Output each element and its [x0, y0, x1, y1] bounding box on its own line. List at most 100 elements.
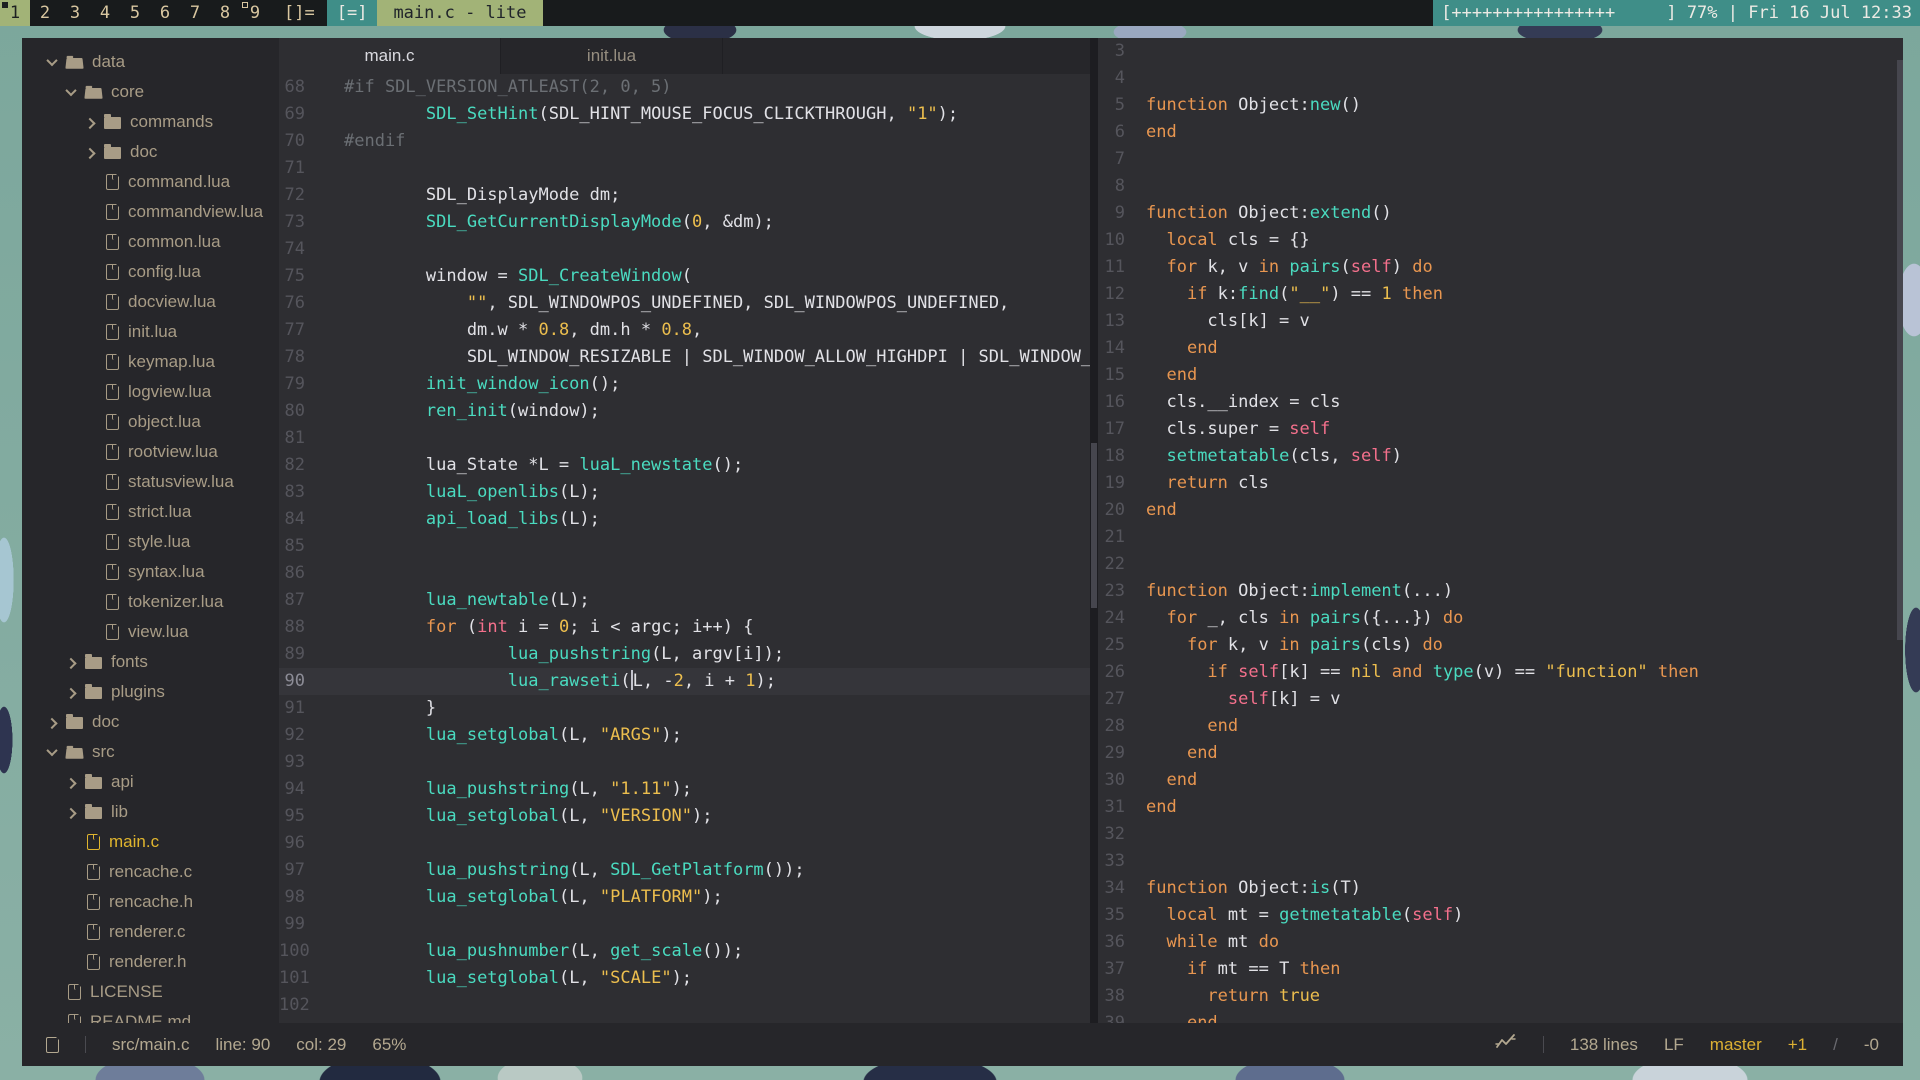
workspace-tag-5[interactable]: 5: [120, 0, 150, 26]
code-line-69[interactable]: 69 SDL_SetHint(SDL_HINT_MOUSE_FOCUS_CLIC…: [279, 101, 1090, 128]
code-line-76[interactable]: 76 "", SDL_WINDOWPOS_UNDEFINED, SDL_WIND…: [279, 290, 1090, 317]
tree-file-tokenizer-lua[interactable]: tokenizer.lua: [22, 587, 279, 617]
code-line-70[interactable]: 70#endif: [279, 128, 1090, 155]
code-line-98[interactable]: 98 lua_setglobal(L, "PLATFORM");: [279, 884, 1090, 911]
code-line-6[interactable]: 6end: [1098, 119, 1903, 146]
code-line-33[interactable]: 33: [1098, 848, 1903, 875]
code-line-77[interactable]: 77 dm.w * 0.8, dm.h * 0.8,: [279, 317, 1090, 344]
tree-file-rencache-h[interactable]: rencache.h: [22, 887, 279, 917]
tree-folder-commands[interactable]: commands: [22, 107, 279, 137]
tab-init-lua[interactable]: init.lua: [501, 38, 723, 74]
workspace-tag-3[interactable]: 3: [60, 0, 90, 26]
code-line-81[interactable]: 81: [279, 425, 1090, 452]
code-line-35[interactable]: 35 local mt = getmetatable(self): [1098, 902, 1903, 929]
workspace-tag-1[interactable]: 1: [0, 0, 30, 26]
workspace-tag-4[interactable]: 4: [90, 0, 120, 26]
layout-symbol-alt[interactable]: [=]: [327, 0, 378, 26]
code-line-79[interactable]: 79 init_window_icon();: [279, 371, 1090, 398]
tree-file-strict-lua[interactable]: strict.lua: [22, 497, 279, 527]
code-line-27[interactable]: 27 self[k] = v: [1098, 686, 1903, 713]
code-line-93[interactable]: 93: [279, 749, 1090, 776]
tree-folder-api[interactable]: api: [22, 767, 279, 797]
code-line-24[interactable]: 24 for _, cls in pairs({...}) do: [1098, 605, 1903, 632]
tree-folder-doc[interactable]: doc: [22, 707, 279, 737]
code-line-74[interactable]: 74: [279, 236, 1090, 263]
code-line-32[interactable]: 32: [1098, 821, 1903, 848]
code-line-28[interactable]: 28 end: [1098, 713, 1903, 740]
code-line-86[interactable]: 86: [279, 560, 1090, 587]
tree-file-view-lua[interactable]: view.lua: [22, 617, 279, 647]
tree-file-common-lua[interactable]: common.lua: [22, 227, 279, 257]
code-line-16[interactable]: 16 cls.__index = cls: [1098, 389, 1903, 416]
workspace-tag-2[interactable]: 2: [30, 0, 60, 26]
tree-file-readme-md[interactable]: README.md: [22, 1007, 279, 1023]
code-line-83[interactable]: 83 luaL_openlibs(L);: [279, 479, 1090, 506]
code-line-75[interactable]: 75 window = SDL_CreateWindow(: [279, 263, 1090, 290]
tree-file-command-lua[interactable]: command.lua: [22, 167, 279, 197]
code-line-22[interactable]: 22: [1098, 551, 1903, 578]
code-line-38[interactable]: 38 return true: [1098, 983, 1903, 1010]
code-line-26[interactable]: 26 if self[k] == nil and type(v) == "fun…: [1098, 659, 1903, 686]
tree-file-logview-lua[interactable]: logview.lua: [22, 377, 279, 407]
right-pane-scrollbar[interactable]: [1897, 60, 1903, 640]
code-line-25[interactable]: 25 for k, v in pairs(cls) do: [1098, 632, 1903, 659]
code-line-102[interactable]: 102: [279, 992, 1090, 1019]
code-area-main-c[interactable]: 68#if SDL_VERSION_ATLEAST(2, 0, 5)69 SDL…: [279, 74, 1090, 1019]
code-line-13[interactable]: 13 cls[k] = v: [1098, 308, 1903, 335]
code-line-73[interactable]: 73 SDL_GetCurrentDisplayMode(0, &dm);: [279, 209, 1090, 236]
code-line-82[interactable]: 82 lua_State *L = luaL_newstate();: [279, 452, 1090, 479]
code-line-34[interactable]: 34function Object:is(T): [1098, 875, 1903, 902]
file-tree[interactable]: datacorecommandsdoccommand.luacommandvie…: [22, 38, 279, 1023]
code-line-21[interactable]: 21: [1098, 524, 1903, 551]
tree-file-syntax-lua[interactable]: syntax.lua: [22, 557, 279, 587]
code-area-object-lua[interactable]: 345function Object:new()6end789function …: [1098, 38, 1903, 1023]
tree-folder-doc[interactable]: doc: [22, 137, 279, 167]
code-line-4[interactable]: 4: [1098, 65, 1903, 92]
tree-file-docview-lua[interactable]: docview.lua: [22, 287, 279, 317]
code-line-96[interactable]: 96: [279, 830, 1090, 857]
code-line-14[interactable]: 14 end: [1098, 335, 1903, 362]
code-line-99[interactable]: 99: [279, 911, 1090, 938]
left-pane-scrollbar[interactable]: [1091, 443, 1097, 608]
code-line-17[interactable]: 17 cls.super = self: [1098, 416, 1903, 443]
code-line-78[interactable]: 78 SDL_WINDOW_RESIZABLE | SDL_WINDOW_ALL…: [279, 344, 1090, 371]
tree-file-commandview-lua[interactable]: commandview.lua: [22, 197, 279, 227]
tree-file-renderer-c[interactable]: renderer.c: [22, 917, 279, 947]
code-line-101[interactable]: 101 lua_setglobal(L, "SCALE");: [279, 965, 1090, 992]
code-line-92[interactable]: 92 lua_setglobal(L, "ARGS");: [279, 722, 1090, 749]
code-line-5[interactable]: 5function Object:new(): [1098, 92, 1903, 119]
code-line-71[interactable]: 71: [279, 155, 1090, 182]
tree-file-style-lua[interactable]: style.lua: [22, 527, 279, 557]
tree-file-rencache-c[interactable]: rencache.c: [22, 857, 279, 887]
code-line-84[interactable]: 84 api_load_libs(L);: [279, 506, 1090, 533]
tree-file-main-c[interactable]: main.c: [22, 827, 279, 857]
code-line-89[interactable]: 89 lua_pushstring(L, argv[i]);: [279, 641, 1090, 668]
code-line-37[interactable]: 37 if mt == T then: [1098, 956, 1903, 983]
workspace-tag-7[interactable]: 7: [180, 0, 210, 26]
code-line-15[interactable]: 15 end: [1098, 362, 1903, 389]
code-line-11[interactable]: 11 for k, v in pairs(self) do: [1098, 254, 1903, 281]
code-line-85[interactable]: 85: [279, 533, 1090, 560]
code-line-30[interactable]: 30 end: [1098, 767, 1903, 794]
code-line-7[interactable]: 7: [1098, 146, 1903, 173]
code-line-90[interactable]: 90 lua_rawseti(L, -2, i + 1);: [279, 668, 1090, 695]
tree-folder-core[interactable]: core: [22, 77, 279, 107]
tab-main-c[interactable]: main.c: [279, 38, 501, 74]
tree-folder-src[interactable]: src: [22, 737, 279, 767]
code-line-72[interactable]: 72 SDL_DisplayMode dm;: [279, 182, 1090, 209]
tree-file-statusview-lua[interactable]: statusview.lua: [22, 467, 279, 497]
tree-file-config-lua[interactable]: config.lua: [22, 257, 279, 287]
code-line-3[interactable]: 3: [1098, 38, 1903, 65]
tree-file-license[interactable]: LICENSE: [22, 977, 279, 1007]
workspace-tag-8[interactable]: 8: [210, 0, 240, 26]
workspace-tag-9[interactable]: 9: [240, 0, 270, 26]
code-line-80[interactable]: 80 ren_init(window);: [279, 398, 1090, 425]
tree-folder-plugins[interactable]: plugins: [22, 677, 279, 707]
tree-folder-fonts[interactable]: fonts: [22, 647, 279, 677]
code-line-23[interactable]: 23function Object:implement(...): [1098, 578, 1903, 605]
code-line-88[interactable]: 88 for (int i = 0; i < argc; i++) {: [279, 614, 1090, 641]
code-line-91[interactable]: 91 }: [279, 695, 1090, 722]
code-line-18[interactable]: 18 setmetatable(cls, self): [1098, 443, 1903, 470]
code-line-97[interactable]: 97 lua_pushstring(L, SDL_GetPlatform());: [279, 857, 1090, 884]
layout-symbol[interactable]: []=: [270, 0, 327, 26]
